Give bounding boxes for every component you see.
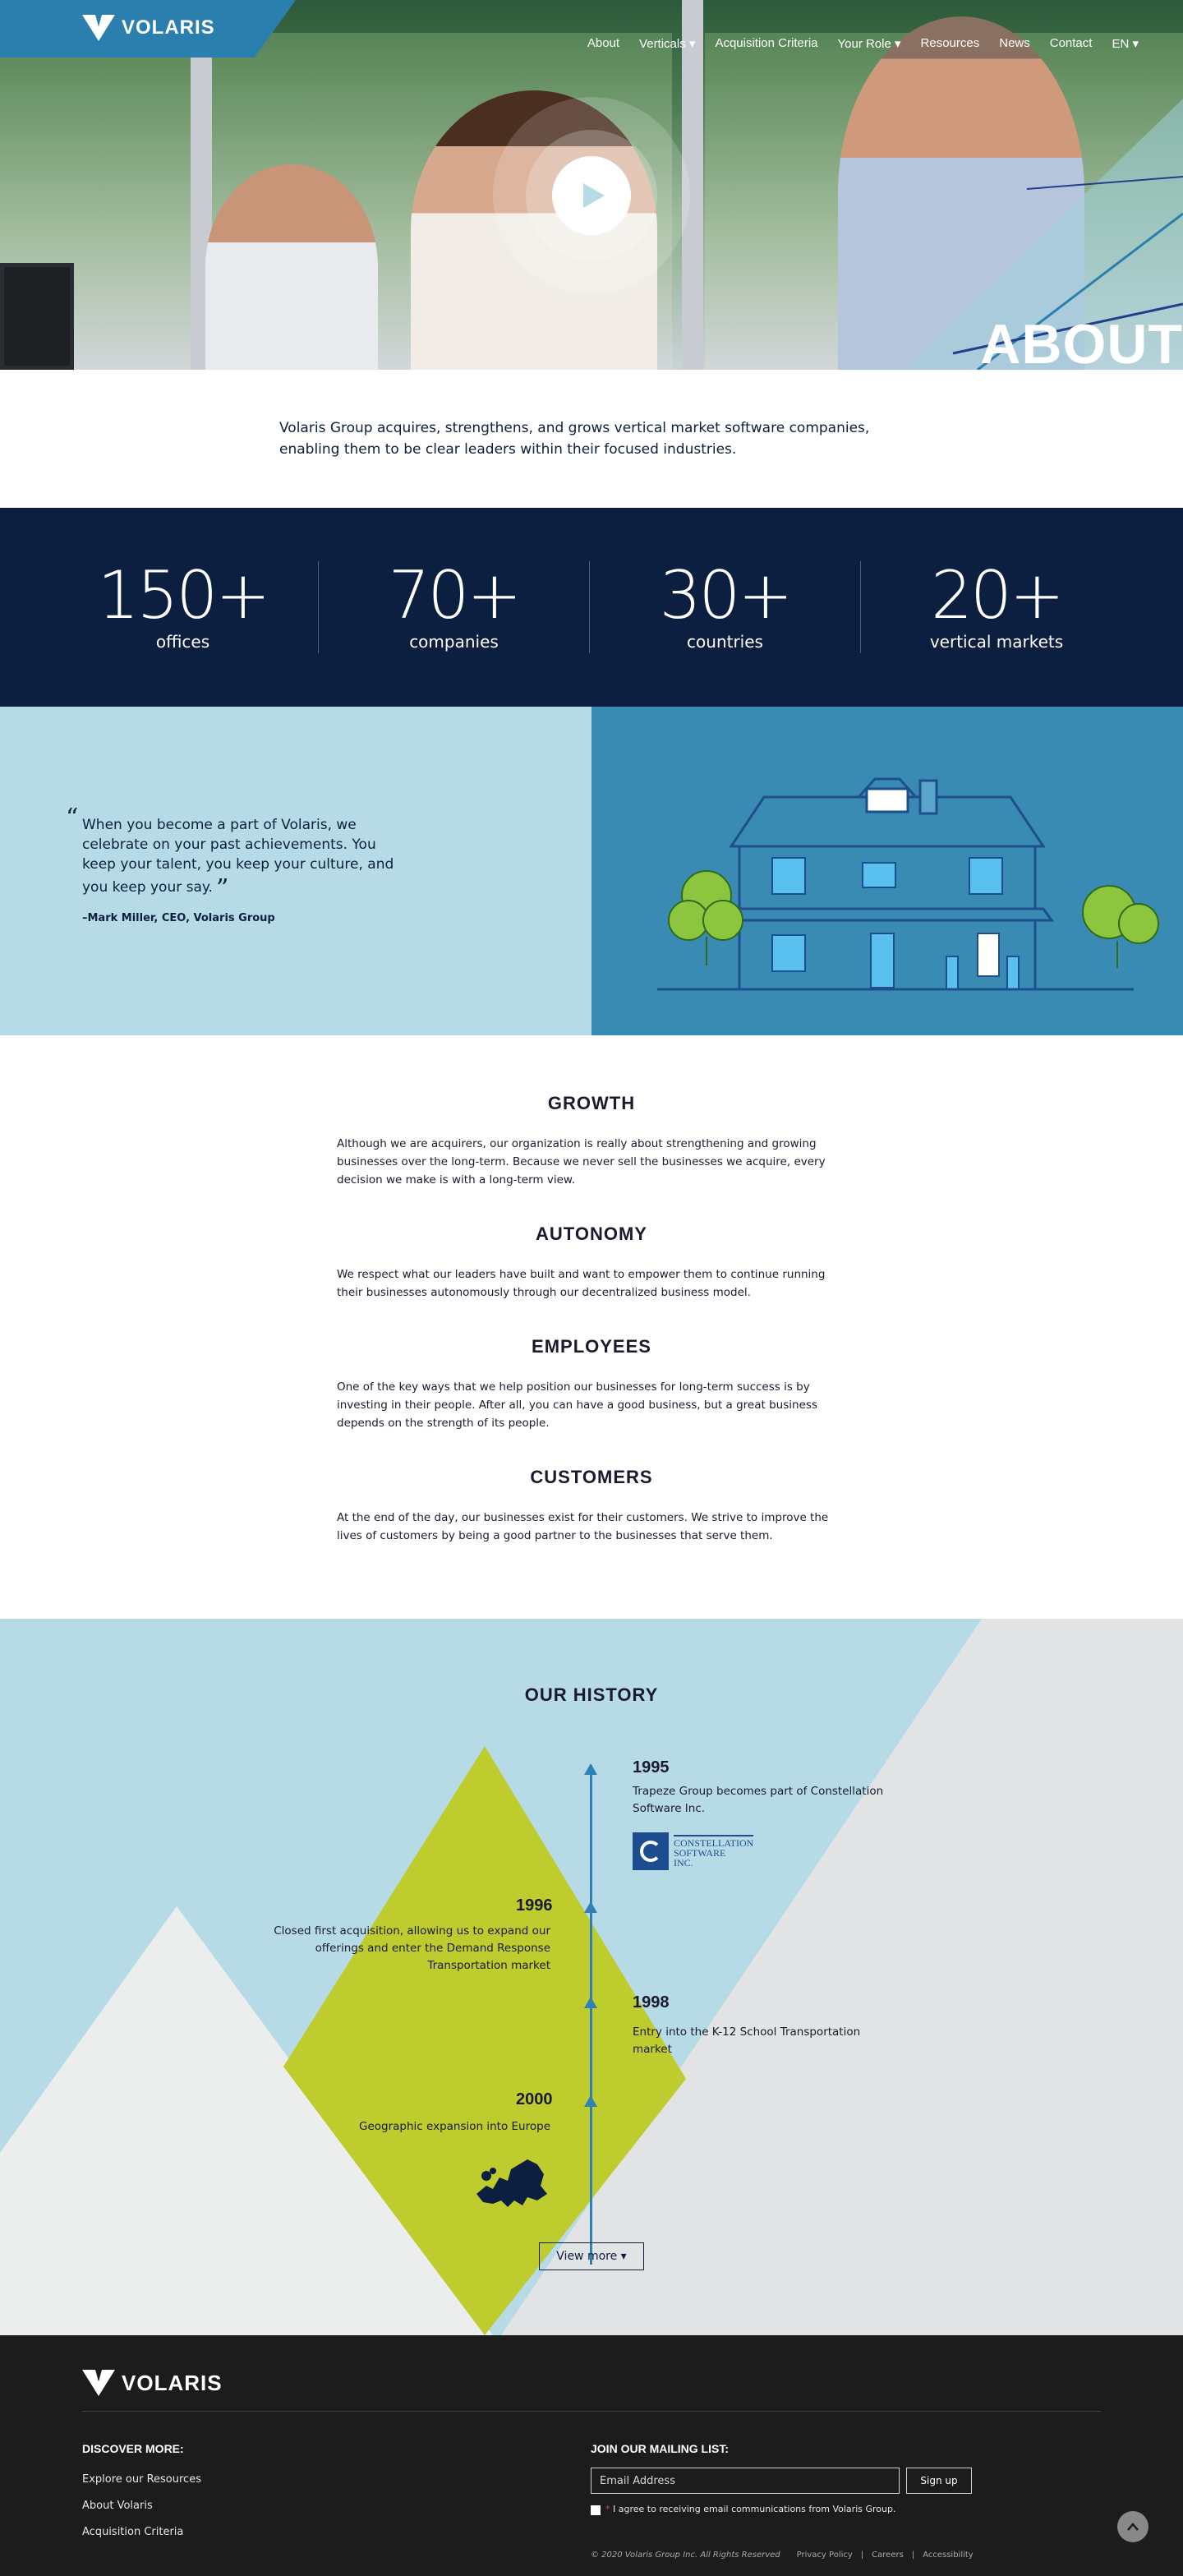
history-title: OUR HISTORY xyxy=(524,1684,659,1705)
stat-offices: 150+ offices xyxy=(48,561,319,653)
value-heading-employees: EMPLOYEES xyxy=(532,1336,651,1357)
europe-map-icon xyxy=(476,2159,547,2207)
footer-link-about[interactable]: About Volaris xyxy=(82,2500,153,2512)
event-text-2000: Geographic expansion into Europe xyxy=(359,2120,550,2133)
caret-down-icon: ▾ xyxy=(620,2250,627,2263)
legal-bar: © 2020 Volaris Group Inc. All Rights Res… xyxy=(591,2551,974,2560)
nav-news[interactable]: News xyxy=(999,36,1030,51)
footer: VOLARIS DISCOVER MORE: Explore our Resou… xyxy=(0,2335,1183,2576)
event-text-1998: Entry into the K-12 School Transportatio… xyxy=(633,2025,861,2056)
consent-checkbox[interactable] xyxy=(591,2505,601,2515)
house-illustration xyxy=(657,777,1159,991)
ceo-quote: “ When you become a part of Volaris, we … xyxy=(66,806,411,929)
event-text-1995: Trapeze Group becomes part of Constellat… xyxy=(633,1785,884,1815)
value-heading-customers: CUSTOMERS xyxy=(530,1467,653,1487)
value-heading-growth: GROWTH xyxy=(547,1093,636,1113)
quote-text: When you become a part of Volaris, we ce… xyxy=(82,817,394,896)
mailing-heading: JOIN OUR MAILING LIST: xyxy=(591,2442,729,2455)
volaris-logo-icon xyxy=(82,15,115,41)
caret-down-icon: ▾ xyxy=(688,37,696,51)
quote-panel: “ When you become a part of Volaris, we … xyxy=(0,707,592,1035)
stat-countries: 30+ countries xyxy=(590,561,861,653)
copyright: © 2020 Volaris Group Inc. All Rights Res… xyxy=(591,2551,780,2560)
constellation-logo-icon xyxy=(633,1832,669,1870)
video-play-halo xyxy=(493,97,690,294)
quote-attribution: –Mark Miller, CEO, Volaris Group xyxy=(82,912,275,924)
signup-button[interactable]: Sign up xyxy=(906,2468,972,2494)
video-play-ring xyxy=(526,130,657,261)
values-section: GROWTH Although we are acquirers, our or… xyxy=(0,1035,1183,1619)
nav-verticals[interactable]: Verticals ▾ xyxy=(639,36,695,51)
language-select[interactable]: EN ▾ xyxy=(1112,36,1139,51)
event-year-2000: 2000 xyxy=(516,2090,553,2108)
value-text-autonomy: We respect what our leaders have built a… xyxy=(337,1268,826,1299)
value-text-customers: At the end of the day, our businesses ex… xyxy=(337,1511,829,1542)
timeline-arrow-icon xyxy=(584,1763,597,1775)
open-quote-icon: “ xyxy=(66,804,79,832)
footer-link-resources[interactable]: Explore our Resources xyxy=(82,2473,201,2486)
timeline-line xyxy=(590,1765,592,2265)
nav-about[interactable]: About xyxy=(587,36,619,51)
video-panel xyxy=(592,707,1183,1035)
person-left xyxy=(205,164,378,370)
volaris-logo[interactable]: VOLARIS xyxy=(82,15,215,41)
video-play-button[interactable] xyxy=(552,156,631,235)
constellation-logo: CONSTELLATION SOFTWARE INC. xyxy=(633,1832,754,1870)
value-text-growth: Although we are acquirers, our organizat… xyxy=(337,1137,826,1187)
close-quote-icon: ” xyxy=(215,874,229,903)
stats-band: 150+ offices 70+ companies 30+ countries 20… xyxy=(0,508,1183,707)
volaris-logo-icon xyxy=(82,2370,115,2396)
privacy-policy-link[interactable]: Privacy Policy xyxy=(797,2551,853,2560)
intro-section: Volaris Group acquires, strengthens, and… xyxy=(0,370,1183,508)
caret-down-icon: ▾ xyxy=(1132,37,1139,51)
stat-vertical-markets: 20+ vertical markets xyxy=(929,557,1065,652)
nav-resources[interactable]: Resources xyxy=(921,36,980,51)
view-more-button[interactable]: View more ▾ xyxy=(539,2242,644,2270)
chevron-up-icon xyxy=(1127,2523,1139,2531)
timeline-arrow-icon xyxy=(584,1901,597,1913)
email-field[interactable] xyxy=(591,2468,900,2494)
intro-text: Volaris Group acquires, strengthens, and… xyxy=(279,420,870,458)
stat-companies: 70+ companies xyxy=(319,561,590,653)
caret-down-icon: ▾ xyxy=(895,37,901,51)
footer-divider xyxy=(82,2411,1101,2412)
consent-label: * I agree to receiving email communicati… xyxy=(605,2504,896,2514)
event-year-1998: 1998 xyxy=(633,1993,670,2011)
history-section: OUR HISTORY 1995 Trapeze Group becomes p… xyxy=(0,1619,1183,2335)
footer-logo[interactable]: VOLARIS xyxy=(82,2370,223,2396)
monitor xyxy=(0,263,74,370)
legal-separator: | xyxy=(860,2551,864,2560)
timeline-arrow-icon xyxy=(584,2095,597,2107)
nav-contact[interactable]: Contact xyxy=(1050,36,1093,51)
play-icon xyxy=(583,183,605,208)
event-text-1996: Closed first acquisition, allowing us to… xyxy=(274,1924,550,1972)
main-nav: About Verticals ▾ Acquisition Criteria Y… xyxy=(587,36,1139,51)
legal-separator: | xyxy=(911,2551,915,2560)
page-title: ABOUT xyxy=(980,313,1183,370)
back-to-top-button[interactable] xyxy=(1117,2511,1148,2542)
discover-heading: DISCOVER MORE: xyxy=(82,2442,184,2455)
careers-link[interactable]: Careers xyxy=(872,2551,904,2560)
event-year-1995: 1995 xyxy=(633,1758,670,1776)
quote-video-section: “ When you become a part of Volaris, we … xyxy=(0,97,1183,1035)
timeline-arrow-icon xyxy=(584,1997,597,2008)
nav-acquisition-criteria[interactable]: Acquisition Criteria xyxy=(715,36,817,51)
footer-link-acquisition-criteria[interactable]: Acquisition Criteria xyxy=(82,2526,183,2538)
value-heading-autonomy: AUTONOMY xyxy=(536,1223,647,1244)
value-text-employees: One of the key ways that we help positio… xyxy=(337,1380,817,1430)
accessibility-link[interactable]: Accessibility xyxy=(923,2551,974,2560)
nav-your-role[interactable]: Your Role ▾ xyxy=(838,36,901,51)
event-year-1996: 1996 xyxy=(516,1896,553,1915)
